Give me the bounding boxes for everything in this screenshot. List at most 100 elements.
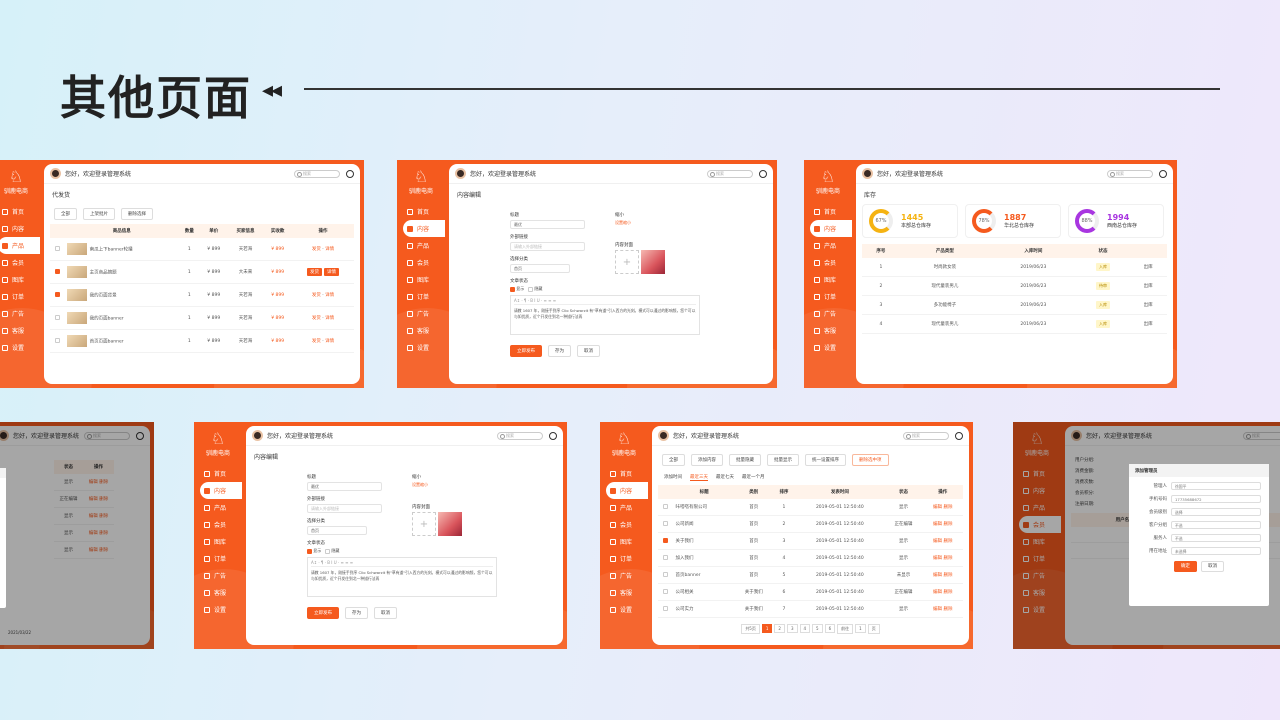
sidebar-item-3[interactable]: 会员: [600, 516, 648, 533]
avatar[interactable]: [658, 430, 669, 441]
sidebar-item-1[interactable]: 内容: [810, 220, 852, 237]
radio-show[interactable]: [307, 548, 312, 554]
row-checkbox[interactable]: [663, 521, 669, 526]
sidebar-item-0[interactable]: 首页: [804, 203, 852, 220]
sidebar-item-5[interactable]: 订单: [194, 550, 242, 567]
sidebar-item-7[interactable]: 客服: [600, 584, 648, 601]
message-icon[interactable]: [1159, 169, 1167, 178]
title-input[interactable]: 最优: [307, 482, 382, 491]
filter-button[interactable]: 删除选择: [121, 208, 153, 220]
page-item[interactable]: 6: [824, 624, 836, 633]
row-checkbox[interactable]: [663, 504, 669, 509]
sidebar-item-0[interactable]: 首页: [600, 465, 648, 482]
detail-link[interactable]: 详情: [325, 316, 334, 321]
avatar[interactable]: [252, 430, 263, 441]
sidebar-item-5[interactable]: 订单: [804, 288, 852, 305]
toolbar-button[interactable]: 批量隐藏: [729, 454, 761, 466]
page-item[interactable]: 2: [774, 624, 785, 633]
ship-link[interactable]: 发货: [312, 293, 321, 298]
message-icon[interactable]: [759, 169, 767, 178]
sidebar-item-6[interactable]: 广告: [194, 567, 242, 584]
modal-field[interactable]: 17735688672: [1171, 495, 1261, 503]
search-input[interactable]: 搜索: [707, 169, 753, 178]
edit-link[interactable]: 编辑: [933, 590, 942, 595]
publish-button[interactable]: 立即发布: [510, 345, 542, 357]
row-checkbox[interactable]: [663, 606, 669, 611]
edit-link[interactable]: 编辑: [933, 505, 942, 510]
avatar[interactable]: [862, 168, 873, 179]
sidebar-item-4[interactable]: 图库: [397, 271, 445, 288]
page-item[interactable]: 4: [799, 624, 811, 633]
outbound-link[interactable]: 出库: [1129, 258, 1167, 277]
delete-link[interactable]: 删除: [943, 590, 952, 595]
outbound-link[interactable]: 出库: [1129, 295, 1167, 315]
ship-link[interactable]: 发货: [312, 316, 321, 321]
sidebar-item-4[interactable]: 图库: [194, 533, 242, 550]
sidebar-item-6[interactable]: 广告: [600, 567, 648, 584]
delete-link[interactable]: 删除: [943, 556, 952, 561]
sidebar-item-2[interactable]: 产品: [0, 237, 40, 254]
toolbar-button[interactable]: 添加内容: [691, 454, 723, 466]
edit-link[interactable]: 编辑: [933, 522, 942, 527]
page-item[interactable]: 共5页: [741, 624, 760, 634]
link-input[interactable]: 请输入外部链接: [307, 504, 382, 513]
edit-link[interactable]: 编辑: [933, 607, 942, 612]
modal-field[interactable]: 徐国平: [1171, 482, 1261, 490]
filter-tab[interactable]: 最近七天: [716, 474, 734, 481]
search-input[interactable]: 搜索: [497, 431, 543, 440]
sidebar-item-7[interactable]: 客服: [804, 322, 852, 339]
save-button[interactable]: 存为: [345, 607, 368, 619]
avatar[interactable]: [50, 168, 61, 179]
sidebar-item-1[interactable]: 内容: [403, 220, 445, 237]
modal-field[interactable]: 不选: [1171, 521, 1261, 529]
row-checkbox[interactable]: [663, 589, 669, 594]
outbound-link[interactable]: 出库: [1129, 276, 1167, 296]
search-input[interactable]: 搜索: [1107, 169, 1153, 178]
radio-show[interactable]: [510, 286, 515, 292]
row-checkbox[interactable]: [663, 572, 669, 577]
cancel-button[interactable]: 取消: [374, 607, 397, 619]
toolbar-button[interactable]: 批量显示: [767, 454, 799, 466]
edit-link[interactable]: 编辑: [933, 556, 942, 561]
page-item[interactable]: 前往: [837, 624, 854, 634]
sidebar-item-3[interactable]: 会员: [0, 254, 40, 271]
sidebar-item-0[interactable]: 首页: [397, 203, 445, 220]
sidebar-item-8[interactable]: 设置: [0, 339, 40, 356]
confirm-button[interactable]: 确定: [1173, 561, 1197, 572]
sidebar-item-0[interactable]: 首页: [194, 465, 242, 482]
cancel-button[interactable]: 取消: [577, 345, 600, 357]
outbound-link[interactable]: 出库: [1129, 314, 1167, 334]
toolbar-button[interactable]: 全部: [662, 454, 685, 466]
row-checkbox[interactable]: [54, 269, 60, 274]
sidebar-item-8[interactable]: 设置: [194, 601, 242, 618]
sidebar-item-7[interactable]: 客服: [397, 322, 445, 339]
page-item[interactable]: 3: [786, 624, 798, 633]
set-cover-link[interactable]: 设置缩小: [412, 482, 462, 488]
ship-button[interactable]: 发货: [306, 268, 322, 276]
cancel-button[interactable]: 取消: [1201, 561, 1225, 572]
sidebar-item-3[interactable]: 会员: [397, 254, 445, 271]
search-input[interactable]: 搜索: [903, 431, 949, 440]
page-item[interactable]: 5: [812, 624, 823, 633]
toolbar-button[interactable]: 删除选中项: [852, 454, 889, 466]
sidebar-item-5[interactable]: 订单: [600, 550, 648, 567]
upload-slot[interactable]: +: [615, 250, 639, 274]
upload-slot[interactable]: +: [412, 512, 436, 536]
filter-tab[interactable]: 最近一个月: [742, 474, 765, 481]
radio-hide[interactable]: [325, 548, 331, 554]
sidebar-item-2[interactable]: 产品: [397, 237, 445, 254]
page-item[interactable]: 页: [867, 624, 880, 634]
message-icon[interactable]: [549, 431, 557, 440]
row-checkbox[interactable]: [54, 315, 60, 320]
sidebar-item-5[interactable]: 订单: [397, 288, 445, 305]
sidebar-item-1[interactable]: 内容: [200, 482, 242, 499]
sidebar-item-4[interactable]: 图库: [600, 533, 648, 550]
detail-button[interactable]: 详情: [323, 268, 339, 276]
delete-link[interactable]: 删除: [943, 522, 952, 527]
modal-field[interactable]: 未选择: [1171, 547, 1261, 555]
rich-text-editor[interactable]: A↕ · ¶ · B I U · ≡ ≡ ≡ 请教 1607 年，刚接手到序 Cl…: [307, 557, 497, 597]
toolbar-button[interactable]: 统一设置排序: [805, 454, 846, 466]
category-select[interactable]: 首页: [510, 264, 570, 273]
save-button[interactable]: 存为: [548, 345, 571, 357]
sidebar-item-7[interactable]: 客服: [0, 322, 40, 339]
